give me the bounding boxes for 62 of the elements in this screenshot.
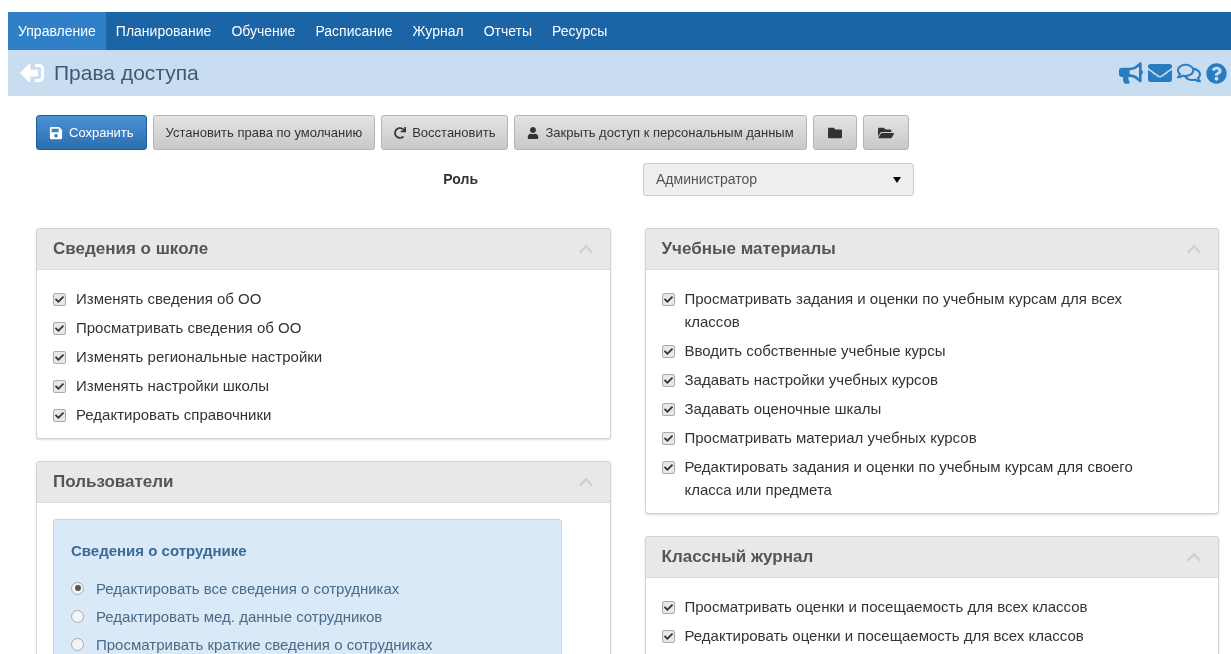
- checkbox-label: Редактировать задания и оценки по учебным курсам для своего класса или предмета: [684, 457, 1134, 500]
- checkbox[interactable]: [661, 345, 675, 358]
- role-select[interactable]: Администратор: [643, 163, 914, 196]
- save-icon: [49, 125, 63, 140]
- checkbox[interactable]: [661, 601, 675, 614]
- checkbox-label: Просматривать задания и оценки по учебным курсам для всех классов: [684, 289, 1123, 332]
- group-title: Сведения о сотруднике: [71, 541, 248, 561]
- nav-tab[interactable]: Обучение: [221, 12, 306, 50]
- panel-title: Учебные материалы: [661, 238, 836, 261]
- user-icon: [527, 126, 540, 139]
- checkbox-label: Задавать настройки учебных курсов: [684, 370, 939, 390]
- checkbox[interactable]: [53, 351, 66, 364]
- checkbox[interactable]: [661, 630, 675, 643]
- checkbox-label: Просматривать оценки и посещаемость для всех классов: [684, 597, 1088, 617]
- checkbox-label: Вводить собственные учебные курсы: [684, 341, 946, 361]
- checkbox[interactable]: [661, 293, 675, 306]
- folder-icon: [827, 125, 842, 140]
- radio-label: Редактировать все сведения о сотрудниках: [96, 578, 400, 599]
- nav-tab[interactable]: Управление: [8, 12, 106, 50]
- checkbox[interactable]: [53, 380, 66, 393]
- help-icon[interactable]: [1206, 62, 1227, 84]
- panel-title: Сведения о школе: [53, 238, 209, 261]
- toolbar-button[interactable]: Установить права по умолчанию: [152, 115, 376, 150]
- checkbox-label: Изменять региональные настройки: [76, 347, 323, 367]
- megaphone-icon[interactable]: [1119, 61, 1143, 85]
- radio-button[interactable]: [71, 637, 84, 651]
- page-title: Права доступа: [54, 60, 199, 87]
- refresh-icon: [394, 126, 407, 139]
- radio-button[interactable]: [71, 581, 84, 595]
- nav-tab[interactable]: Отчеты: [473, 12, 543, 50]
- nav-tab[interactable]: Планирование: [105, 12, 222, 50]
- checkbox[interactable]: [661, 374, 675, 387]
- icon-button[interactable]: [812, 115, 857, 150]
- checkbox-label: Просматривать материал учебных курсов: [684, 428, 977, 448]
- checkbox[interactable]: [661, 461, 675, 474]
- toolbar-button[interactable]: Закрыть доступ к персональным данным: [514, 115, 807, 150]
- radio-label: Редактировать мед. данные сотрудников: [96, 606, 383, 627]
- chat-icon[interactable]: [1177, 61, 1201, 85]
- checkbox[interactable]: [53, 293, 66, 306]
- save-button[interactable]: Сохранить: [36, 115, 147, 150]
- radio-button[interactable]: [71, 609, 84, 623]
- checkbox-label: Редактировать справочники: [76, 405, 272, 425]
- checkbox-label: Изменять настройки школы: [76, 376, 270, 396]
- icon-button[interactable]: [862, 115, 909, 150]
- caret-icon: [893, 176, 901, 183]
- nav-tab[interactable]: Расписание: [305, 12, 403, 50]
- checkbox-label: Задавать оценочные шкалы: [684, 399, 882, 419]
- panel-title: Классный журнал: [661, 546, 814, 569]
- nav-tab[interactable]: Журнал: [402, 12, 474, 50]
- nav-tab[interactable]: Ресурсы: [542, 12, 618, 50]
- checkbox[interactable]: [661, 403, 675, 416]
- checkbox-label: Редактировать оценки и посещаемость для всех классов: [684, 626, 1084, 646]
- radio-label: Просматривать краткие сведения о сотрудниках: [96, 634, 433, 654]
- toolbar-button[interactable]: Восстановить: [381, 115, 509, 150]
- checkbox[interactable]: [661, 432, 675, 445]
- role-label: Роль: [442, 170, 478, 189]
- checkbox[interactable]: [53, 409, 66, 422]
- checkbox[interactable]: [53, 322, 66, 335]
- checkbox-label: Изменять сведения об ОО: [76, 289, 262, 309]
- panel-title: Пользователи: [53, 471, 174, 494]
- checkbox-label: Просматривать сведения об ОО: [76, 318, 302, 338]
- mail-icon[interactable]: [1148, 61, 1172, 85]
